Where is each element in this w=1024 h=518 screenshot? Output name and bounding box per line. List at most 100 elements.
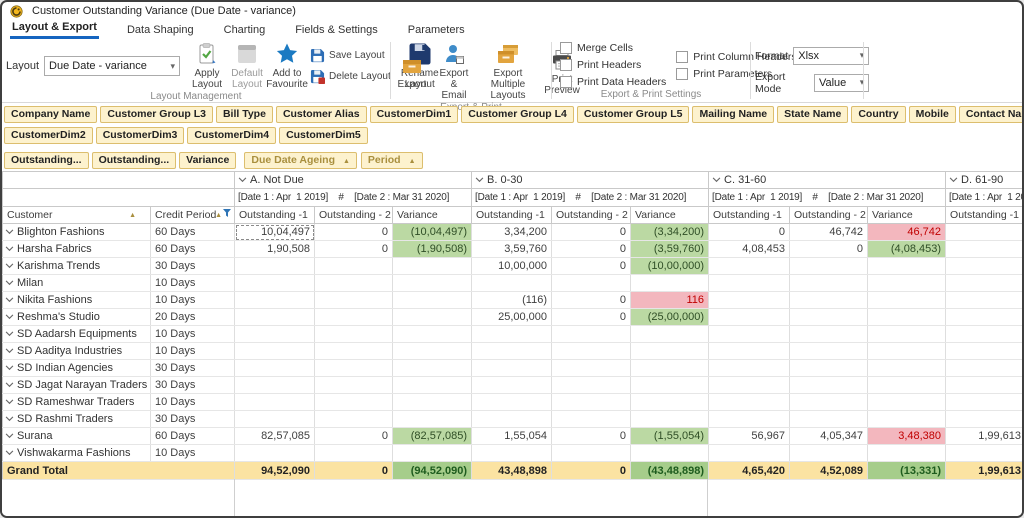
save-layout-button[interactable]: Save Layout bbox=[310, 48, 391, 63]
value-cell[interactable] bbox=[234, 376, 315, 394]
value-cell[interactable] bbox=[630, 342, 710, 360]
value-cell[interactable] bbox=[945, 325, 1022, 343]
checkbox-icon[interactable] bbox=[676, 50, 689, 63]
value-cell[interactable] bbox=[708, 257, 791, 275]
tab-charting[interactable]: Charting bbox=[222, 24, 268, 39]
delete-layout-button[interactable]: Delete Layout bbox=[310, 69, 391, 84]
value-cell[interactable] bbox=[314, 274, 393, 292]
customer-column-header[interactable]: Customer ▲ bbox=[2, 206, 151, 224]
value-cell[interactable]: 0 bbox=[551, 223, 632, 241]
measure-column-header[interactable]: Variance bbox=[630, 206, 710, 224]
chevron-down-icon[interactable] bbox=[5, 297, 14, 303]
value-cell[interactable] bbox=[314, 359, 393, 377]
value-cell[interactable] bbox=[234, 308, 315, 326]
value-cell[interactable] bbox=[630, 444, 710, 462]
grand-total-cell[interactable]: 0 bbox=[314, 461, 393, 480]
layout-select[interactable]: Due Date - variance ▾ bbox=[44, 56, 181, 76]
field-chip[interactable]: Mailing Name bbox=[692, 106, 775, 123]
value-cell[interactable] bbox=[867, 359, 947, 377]
customer-cell[interactable]: Milan bbox=[2, 274, 151, 292]
default-layout-button[interactable]: Default Layout bbox=[230, 41, 264, 91]
value-cell[interactable] bbox=[789, 410, 869, 428]
customer-cell[interactable]: Harsha Fabrics bbox=[2, 240, 151, 258]
chevron-down-icon[interactable] bbox=[949, 177, 958, 183]
field-chip[interactable]: Variance bbox=[179, 152, 237, 169]
value-cell[interactable] bbox=[314, 325, 393, 343]
value-cell[interactable] bbox=[391, 291, 473, 309]
grand-total-cell[interactable]: 43,48,898 bbox=[471, 461, 553, 480]
measure-column-header[interactable]: Outstanding -1 bbox=[234, 206, 315, 224]
value-cell[interactable] bbox=[471, 325, 553, 343]
value-cell[interactable] bbox=[867, 410, 947, 428]
value-cell[interactable] bbox=[945, 444, 1022, 462]
value-cell[interactable] bbox=[708, 325, 791, 343]
chevron-down-icon[interactable] bbox=[5, 229, 14, 235]
checkbox-print-data-headers[interactable]: Print Data Headers bbox=[560, 76, 666, 88]
checkbox-icon[interactable] bbox=[560, 59, 572, 71]
value-cell[interactable]: (82,57,085) bbox=[391, 427, 473, 445]
value-cell[interactable]: 56,967 bbox=[708, 427, 791, 445]
ageing-group-header[interactable]: B. 0-30 bbox=[471, 171, 710, 189]
field-chip[interactable]: Bill Type bbox=[215, 106, 273, 123]
value-cell[interactable] bbox=[234, 359, 315, 377]
value-cell[interactable] bbox=[945, 342, 1022, 360]
value-cell[interactable]: 25,00,000 bbox=[471, 308, 553, 326]
value-cell[interactable] bbox=[391, 257, 473, 275]
value-cell[interactable] bbox=[630, 393, 710, 411]
field-chip[interactable]: Outstanding... bbox=[91, 152, 177, 169]
value-cell[interactable] bbox=[314, 444, 393, 462]
tab-data-shaping[interactable]: Data Shaping bbox=[125, 24, 196, 39]
value-cell[interactable] bbox=[945, 393, 1022, 411]
value-cell[interactable]: 1,99,613 bbox=[945, 427, 1022, 445]
value-cell[interactable] bbox=[945, 308, 1022, 326]
field-chip[interactable]: Due Date Ageing ▲ bbox=[244, 152, 357, 169]
chevron-down-icon[interactable] bbox=[475, 177, 484, 183]
field-chip[interactable]: Customer Group L5 bbox=[576, 106, 690, 123]
value-cell[interactable] bbox=[391, 308, 473, 326]
chevron-down-icon[interactable] bbox=[712, 177, 721, 183]
field-chip[interactable]: CustomerDim1 bbox=[369, 106, 459, 123]
field-chip[interactable]: Company Name bbox=[4, 106, 98, 123]
customer-cell[interactable]: Vishwakarma Fashions bbox=[2, 444, 151, 462]
tab-fields-settings[interactable]: Fields & Settings bbox=[293, 24, 380, 39]
grand-total-cell[interactable]: (94,52,090) bbox=[391, 461, 473, 480]
value-cell[interactable] bbox=[471, 376, 553, 394]
value-cell[interactable] bbox=[391, 274, 473, 292]
credit-period-cell[interactable]: 10 Days bbox=[150, 291, 235, 309]
credit-period-cell[interactable]: 30 Days bbox=[150, 257, 235, 275]
grand-total-cell[interactable]: 0 bbox=[551, 461, 632, 480]
value-cell[interactable] bbox=[708, 393, 791, 411]
credit-period-cell[interactable]: 60 Days bbox=[150, 240, 235, 258]
field-chip[interactable]: Customer Group L4 bbox=[461, 106, 574, 123]
value-cell[interactable] bbox=[630, 359, 710, 377]
value-cell[interactable] bbox=[314, 376, 393, 394]
value-cell[interactable] bbox=[391, 342, 473, 360]
value-cell[interactable] bbox=[314, 308, 393, 326]
value-cell[interactable] bbox=[234, 444, 315, 462]
credit-period-cell[interactable]: 10 Days bbox=[150, 274, 235, 292]
customer-cell[interactable]: SD Indian Agencies bbox=[2, 359, 151, 377]
value-cell[interactable]: 1,90,508 bbox=[234, 240, 315, 258]
format-select[interactable]: Xlsx ▾ bbox=[793, 46, 870, 65]
value-cell[interactable]: 46,742 bbox=[867, 223, 947, 241]
export-multiple-layouts-button[interactable]: Export Multiple Layouts bbox=[479, 41, 537, 102]
value-cell[interactable]: 116 bbox=[630, 291, 710, 309]
export-mode-select[interactable]: Value ▾ bbox=[813, 73, 870, 92]
value-cell[interactable] bbox=[551, 325, 632, 343]
value-cell[interactable] bbox=[708, 308, 791, 326]
field-chip[interactable]: CustomerDim4 bbox=[187, 127, 277, 144]
measure-column-header[interactable]: Outstanding -1 bbox=[708, 206, 791, 224]
value-cell[interactable] bbox=[867, 308, 947, 326]
grand-total-cell[interactable]: 4,65,420 bbox=[708, 461, 791, 480]
value-cell[interactable] bbox=[867, 257, 947, 275]
grand-total-cell[interactable]: 1,99,613 bbox=[945, 461, 1022, 480]
field-chip[interactable]: Contact Name bbox=[958, 106, 1022, 123]
value-cell[interactable] bbox=[867, 342, 947, 360]
ageing-group-header[interactable]: C. 31-60 bbox=[708, 171, 947, 189]
value-cell[interactable]: (3,59,760) bbox=[630, 240, 710, 258]
field-chip[interactable]: CustomerDim2 bbox=[4, 127, 93, 144]
field-chip[interactable]: Country bbox=[851, 106, 906, 123]
customer-cell[interactable]: SD Aaditya Industries bbox=[2, 342, 151, 360]
value-cell[interactable]: 82,57,085 bbox=[234, 427, 315, 445]
value-cell[interactable] bbox=[945, 240, 1022, 258]
